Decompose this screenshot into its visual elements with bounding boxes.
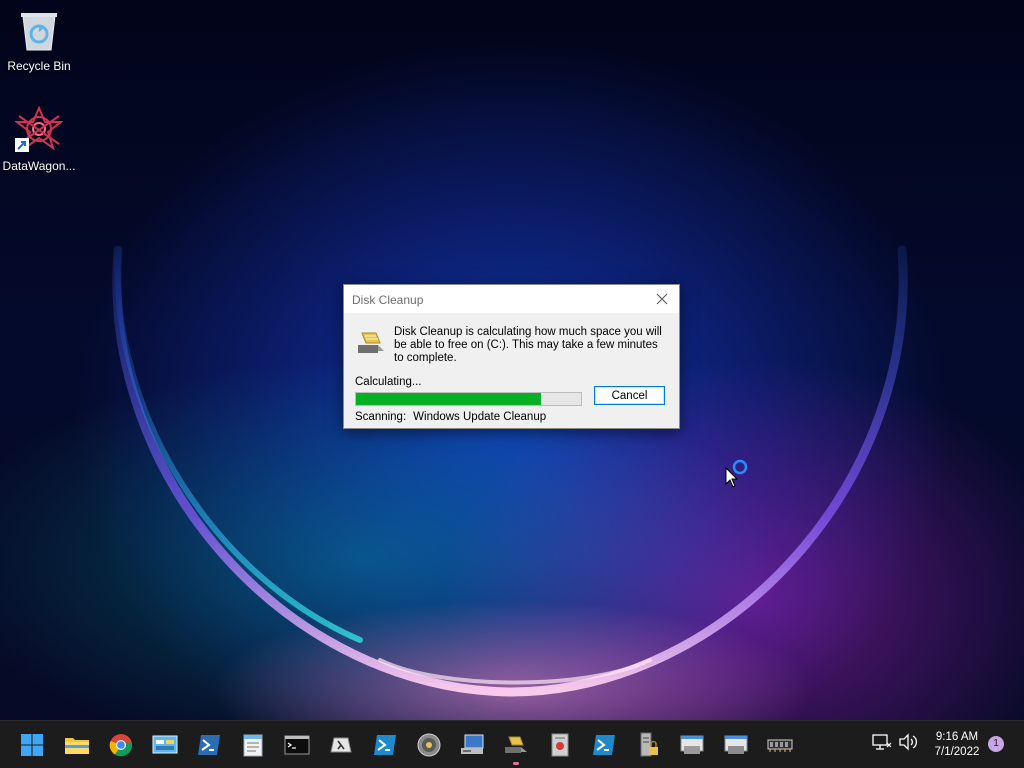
progress-bar — [355, 392, 582, 406]
notification-badge[interactable]: 1 — [988, 736, 1004, 752]
disk-cleanup-dialog: Disk Cleanup Disk Cleanup is calculating… — [343, 284, 680, 429]
volume-icon[interactable] — [898, 733, 918, 755]
taskbar-disc-utility[interactable] — [415, 731, 443, 759]
memory-chip-icon — [767, 739, 793, 752]
scanning-status: Scanning: Windows Update Cleanup — [355, 411, 546, 423]
progress-bar-fill — [356, 393, 541, 405]
taskbar-file-explorer[interactable] — [63, 731, 91, 759]
window-app-icon — [724, 735, 748, 754]
powershell-icon — [593, 735, 615, 755]
taskbar-command-prompt[interactable] — [283, 731, 311, 759]
busy-cursor-icon — [724, 458, 750, 492]
lambda-icon — [330, 737, 352, 753]
calculating-label: Calculating... — [355, 376, 422, 388]
window-app-icon — [680, 735, 704, 754]
dialog-title: Disk Cleanup — [352, 293, 424, 307]
disk-cleanup-icon — [356, 329, 386, 360]
scanning-label: Scanning: — [355, 411, 407, 423]
computer-icon — [461, 734, 484, 754]
terminal-icon — [284, 735, 310, 755]
scanning-item: Windows Update Cleanup — [413, 411, 547, 423]
clock[interactable]: 9:16 AM 7/1/2022 — [928, 730, 986, 760]
taskbar-disk-cleanup[interactable] — [502, 731, 530, 759]
control-panel-icon — [152, 735, 178, 754]
close-icon — [656, 293, 668, 305]
desktop-icon-label: DataWagon... — [2, 159, 76, 173]
cancel-button[interactable]: Cancel — [594, 386, 665, 405]
taskbar-network-computer[interactable] — [459, 731, 487, 759]
taskbar-printer-window-2[interactable] — [722, 731, 750, 759]
taskbar-powershell[interactable] — [195, 731, 223, 759]
dialog-message: Disk Cleanup is calculating how much spa… — [394, 326, 662, 364]
recycle-bin-icon — [0, 8, 78, 55]
taskbar-document-viewer[interactable] — [546, 731, 574, 759]
windows-start-icon — [21, 734, 43, 756]
taskbar: 9:16 AM 7/1/2022 — [0, 720, 1024, 768]
datawagon-icon — [0, 105, 78, 155]
taskbar-server-lock[interactable] — [634, 731, 662, 759]
folder-icon — [65, 738, 89, 754]
clock-time: 9:16 AM — [935, 731, 979, 743]
close-button[interactable] — [651, 289, 673, 309]
dialog-title-bar[interactable]: Disk Cleanup — [344, 285, 679, 313]
desktop: Recycle Bin DataWagon... Disk Cleanup Di… — [0, 0, 1024, 720]
server-lock-icon — [640, 732, 658, 757]
taskbar-printer-window[interactable] — [678, 731, 706, 759]
taskbar-memory-chip[interactable] — [766, 731, 794, 759]
taskbar-notepad[interactable] — [239, 731, 267, 759]
desktop-icon-datawagon[interactable]: DataWagon... — [0, 105, 78, 173]
taskbar-control-panel[interactable] — [151, 731, 179, 759]
chrome-icon — [109, 734, 133, 757]
taskbar-powershell-2[interactable] — [371, 731, 399, 759]
desktop-icon-recycle-bin[interactable]: Recycle Bin — [0, 8, 78, 73]
desktop-icon-label: Recycle Bin — [7, 59, 71, 73]
disc-icon — [417, 733, 441, 757]
powershell-icon — [374, 735, 396, 755]
start-button[interactable] — [18, 731, 46, 759]
clock-date: 7/1/2022 — [934, 746, 980, 758]
taskbar-powershell-3[interactable] — [590, 731, 618, 759]
taskbar-lambda-tool[interactable] — [327, 731, 355, 759]
notepad-icon — [243, 734, 263, 757]
document-icon — [551, 733, 569, 757]
powershell-icon — [198, 735, 220, 755]
taskbar-chrome[interactable] — [107, 731, 135, 759]
disk-cleanup-icon — [505, 736, 527, 753]
network-icon[interactable] — [872, 733, 892, 755]
active-app-indicator — [513, 762, 519, 765]
